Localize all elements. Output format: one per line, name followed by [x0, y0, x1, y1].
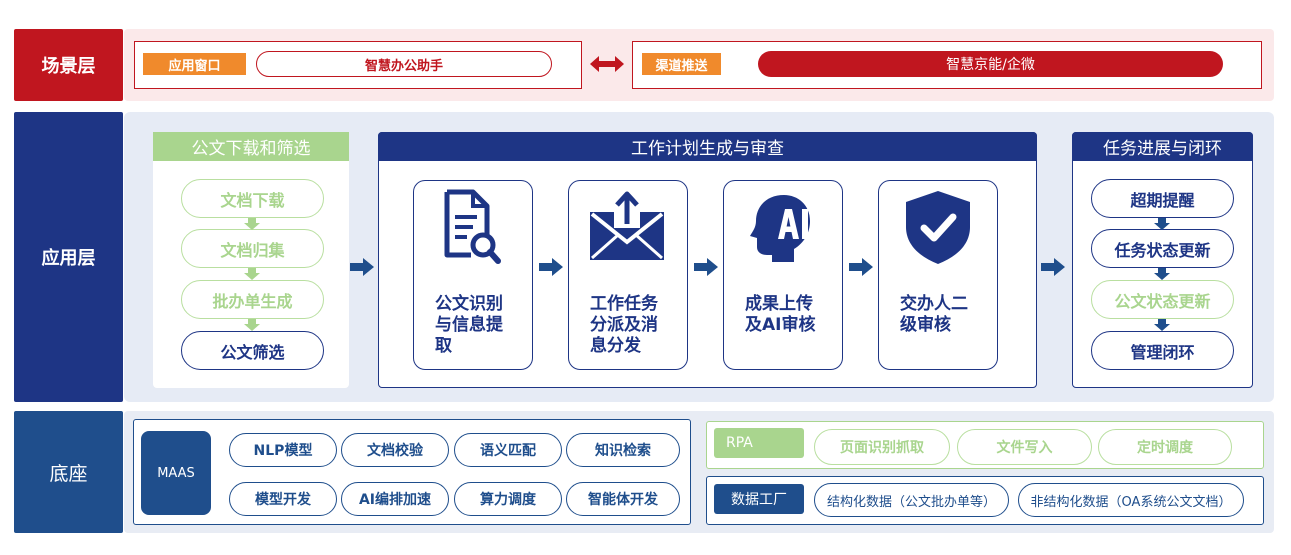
rpa-timed-schedule[interactable]: 定时调度: [1098, 429, 1232, 465]
unstructured-data[interactable]: 非结构化数据（OA系统公文文档）: [1018, 483, 1244, 517]
progress-step-2[interactable]: 任务状态更新: [1091, 229, 1234, 268]
progress-title: 任务进展与闭环: [1072, 132, 1253, 161]
arrow-down-icon: [1154, 319, 1170, 331]
capability-knowledge-search[interactable]: 知识检索: [566, 433, 680, 467]
arrow-right-icon: [694, 258, 718, 276]
download-step-1[interactable]: 文档下载: [181, 179, 324, 218]
capability-semantic-match[interactable]: 语义匹配: [454, 433, 562, 467]
progress-step-4[interactable]: 管理闭环: [1091, 331, 1234, 370]
arrow-right-icon: [539, 258, 563, 276]
shield-check-icon: [906, 191, 970, 264]
rpa-label: RPA: [714, 428, 804, 458]
app-window-tag: 应用窗口: [143, 53, 246, 75]
bidirectional-arrow-icon: [590, 56, 624, 72]
app-layer-label: 应用层: [14, 112, 123, 402]
plan-card-shield-label: 交办人二 级审核: [900, 294, 968, 335]
arrow-down-icon: [244, 319, 260, 331]
download-step-3[interactable]: 批办单生成: [181, 280, 324, 319]
ai-head-icon: [750, 195, 810, 262]
arrow-down-icon: [1154, 268, 1170, 280]
structured-data[interactable]: 结构化数据（公文批办单等）: [814, 483, 1009, 517]
data-factory-label: 数据工厂: [714, 484, 804, 514]
arrow-down-icon: [1154, 218, 1170, 230]
download-step-4[interactable]: 公文筛选: [181, 331, 324, 370]
rpa-page-capture[interactable]: 页面识别抓取: [814, 429, 950, 465]
progress-step-1[interactable]: 超期提醒: [1091, 179, 1234, 218]
rpa-file-write[interactable]: 文件写入: [957, 429, 1092, 465]
arrow-down-icon: [244, 218, 260, 230]
base-layer-label: 底座: [14, 411, 123, 533]
arrow-right-icon: [1041, 258, 1065, 276]
capability-compute-scheduling[interactable]: 算力调度: [454, 482, 562, 516]
document-search-icon: [444, 189, 501, 264]
plan-card-ai-label: 成果上传 及AI审核: [745, 294, 816, 335]
plan-card-envelope-label: 工作任务 分派及消 息分发: [590, 294, 658, 356]
scene-layer-label: 场景层: [14, 29, 123, 101]
capability-model-dev[interactable]: 模型开发: [229, 482, 337, 516]
progress-step-3[interactable]: 公文状态更新: [1091, 280, 1234, 319]
arrow-down-icon: [244, 268, 260, 280]
capability-agent-dev[interactable]: 智能体开发: [566, 482, 680, 516]
capability-nlp[interactable]: NLP模型: [229, 433, 337, 467]
plan-card-document-label: 公文识别 与信息提 取: [435, 294, 503, 356]
capability-doc-check[interactable]: 文档校验: [341, 433, 449, 467]
plan-title: 工作计划生成与审查: [378, 132, 1037, 161]
arrow-right-icon: [849, 258, 873, 276]
maas-label: MAAS: [141, 431, 211, 515]
capability-ai-orchestration[interactable]: AI编排加速: [341, 482, 449, 516]
channel-tag: 渠道推送: [642, 53, 721, 75]
channel-value[interactable]: 智慧京能/企微: [758, 51, 1223, 77]
download-step-2[interactable]: 文档归集: [181, 229, 324, 268]
arrow-right-icon: [350, 258, 374, 276]
envelope-upload-icon: [590, 191, 664, 260]
download-title: 公文下载和筛选: [153, 132, 349, 161]
app-window-value[interactable]: 智慧办公助手: [256, 51, 552, 77]
